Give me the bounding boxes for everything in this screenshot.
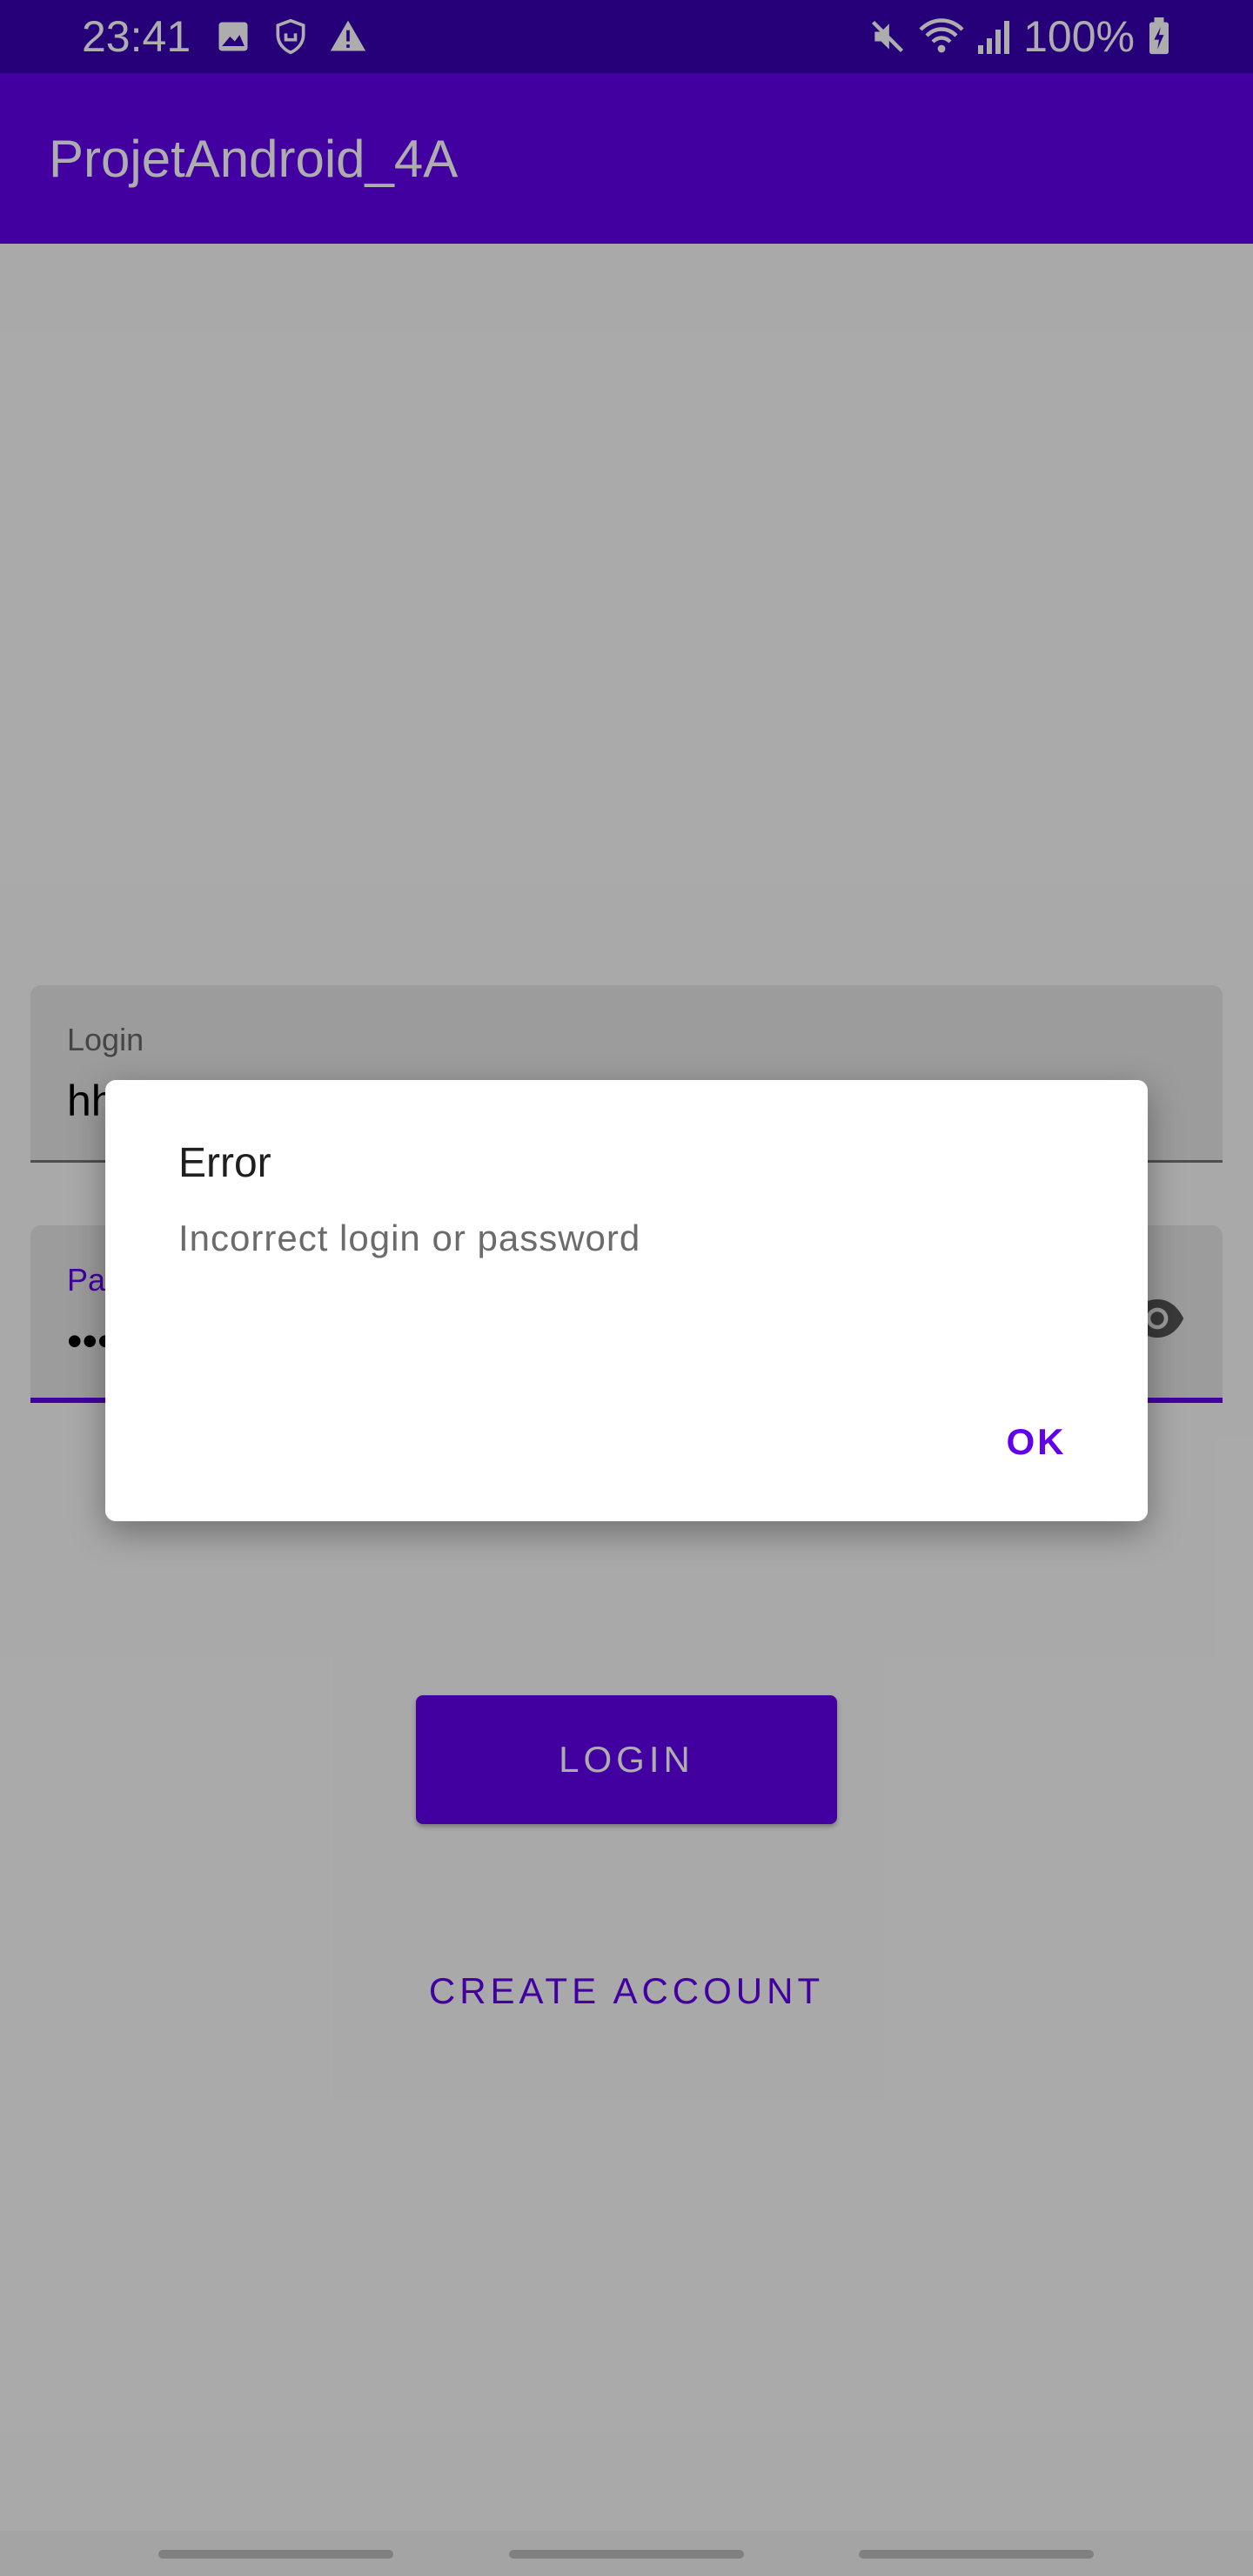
dialog-message: Incorrect login or password xyxy=(178,1218,641,1258)
error-dialog: Error Incorrect login or password OK xyxy=(105,1080,1148,1521)
ok-button[interactable]: OK xyxy=(988,1402,1085,1482)
dialog-title: Error xyxy=(178,1140,271,1186)
